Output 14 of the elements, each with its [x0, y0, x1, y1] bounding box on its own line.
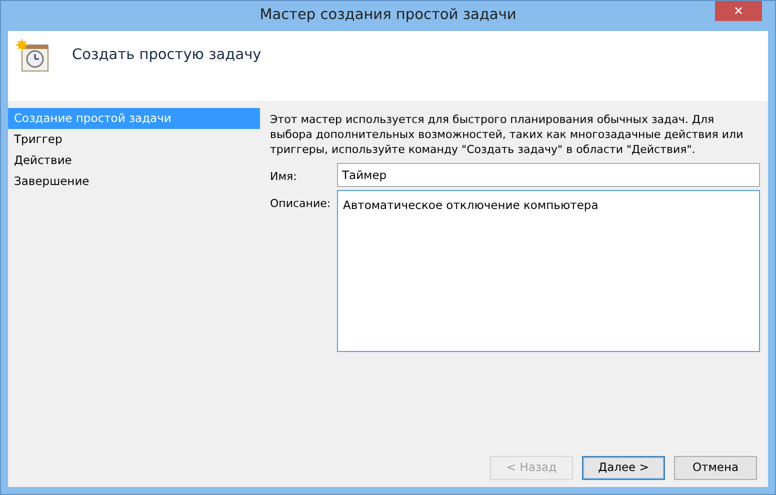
wizard-step[interactable]: Завершение — [8, 171, 260, 192]
wizard-heading: Создать простую задачу — [72, 46, 262, 65]
intro-text: Этот мастер используется для быстрого планирования обычных задач. Для выбора дополнительных возможностей, таких как многозадачные действия или триггеры, используйте команду "Создать задачу" в области "Действия". — [270, 112, 744, 157]
name-field[interactable]: Таймер — [337, 163, 760, 187]
next-button[interactable]: Далее > — [582, 456, 665, 480]
name-label: Имя: — [270, 169, 298, 185]
close-button[interactable]: ✕ — [715, 1, 762, 21]
cancel-button[interactable]: Отмена — [674, 456, 757, 480]
scheduled-task-icon — [16, 39, 50, 73]
window-title: Мастер создания простой задачи — [260, 6, 516, 26]
description-label: Описание: — [270, 196, 332, 212]
wizard-step[interactable]: Триггер — [8, 129, 260, 150]
wizard-step[interactable]: Действие — [8, 150, 260, 171]
description-field[interactable]: Автоматическое отключение компьютера — [337, 190, 760, 352]
